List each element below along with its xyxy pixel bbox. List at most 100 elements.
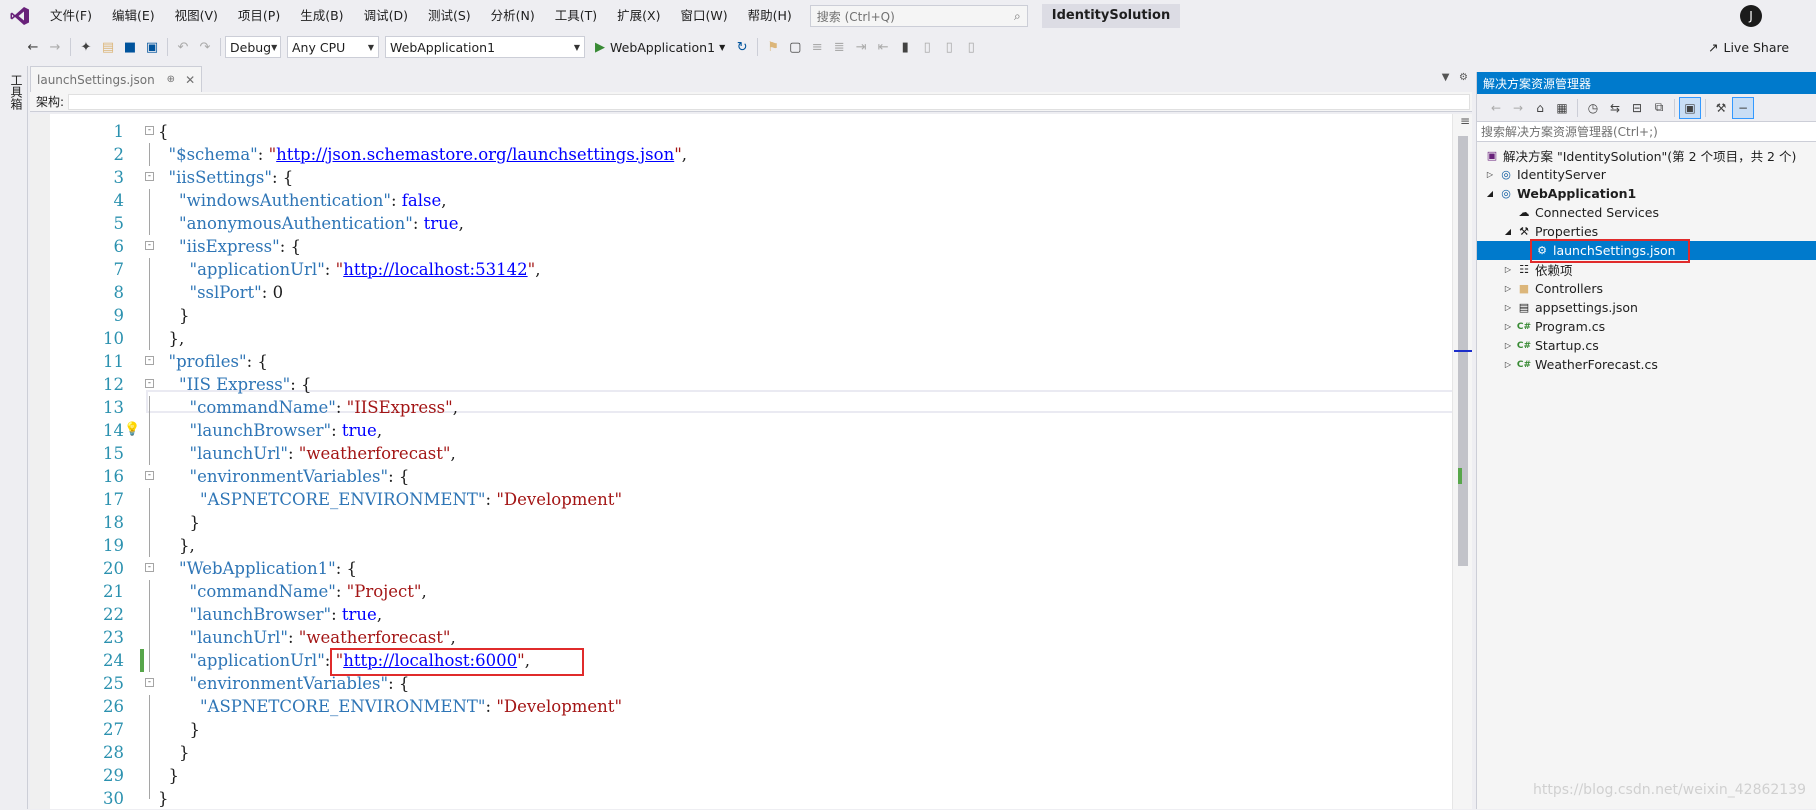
next-bookmark-icon[interactable]: ▯ bbox=[938, 36, 960, 58]
collapse-icon[interactable]: ◢ bbox=[1501, 227, 1515, 236]
clear-bookmarks-icon[interactable]: ▯ bbox=[960, 36, 982, 58]
tree-item-appsettings-json[interactable]: ▷ ▤ appsettings.json bbox=[1477, 298, 1816, 317]
undo-icon[interactable]: ↶ bbox=[172, 36, 194, 58]
pending-changes-icon[interactable]: ◷ bbox=[1582, 97, 1604, 119]
expand-icon[interactable]: ▷ bbox=[1501, 322, 1515, 331]
live-share-button[interactable]: ↗ Live Share bbox=[1708, 32, 1789, 62]
solution-explorer-title[interactable]: 解决方案资源管理器 bbox=[1477, 72, 1816, 94]
bookmark-icon[interactable]: ▮ bbox=[894, 36, 916, 58]
tree-item-connected-services[interactable]: ☁ Connected Services bbox=[1477, 203, 1816, 222]
collapse-icon[interactable]: - bbox=[145, 126, 154, 135]
menu-file[interactable]: 文件(F) bbox=[40, 0, 102, 32]
expand-icon[interactable]: ▷ bbox=[1501, 284, 1515, 293]
global-search-input[interactable]: 搜索 (Ctrl+Q) ⌕ bbox=[809, 5, 1028, 27]
tree-item-startup-cs[interactable]: ▷ C# Startup.cs bbox=[1477, 336, 1816, 355]
show-all-files-icon[interactable]: ⧉ bbox=[1648, 97, 1670, 119]
menu-project[interactable]: 项目(P) bbox=[228, 0, 290, 32]
save-icon[interactable]: ■ bbox=[119, 36, 141, 58]
menu-extensions[interactable]: 扩展(X) bbox=[607, 0, 670, 32]
minus-icon[interactable]: − bbox=[1732, 96, 1754, 119]
solution-platform-select[interactable]: Any CPU ▼ bbox=[287, 36, 379, 58]
tree-item-webapplication1[interactable]: ◢ ◎ WebApplication1 bbox=[1477, 184, 1816, 203]
menu-debug[interactable]: 调试(D) bbox=[354, 0, 418, 32]
new-project-icon[interactable]: ✦ bbox=[75, 36, 97, 58]
menu-window[interactable]: 窗口(W) bbox=[670, 0, 737, 32]
tree-item-weatherforecast-cs[interactable]: ▷ C# WeatherForecast.cs bbox=[1477, 355, 1816, 374]
back-icon[interactable]: ← bbox=[1485, 97, 1507, 119]
menu-view[interactable]: 视图(V) bbox=[165, 0, 228, 32]
menu-help[interactable]: 帮助(H) bbox=[738, 0, 802, 32]
open-file-icon[interactable]: ▤ bbox=[97, 36, 119, 58]
forward-icon[interactable]: → bbox=[1507, 97, 1529, 119]
expand-icon[interactable]: ▷ bbox=[1501, 341, 1515, 350]
refresh-icon[interactable]: ↻ bbox=[731, 36, 753, 58]
json-url-link[interactable]: http://localhost:6000 bbox=[343, 651, 517, 670]
user-avatar[interactable]: J bbox=[1740, 5, 1762, 27]
collapse-icon[interactable]: - bbox=[145, 678, 154, 687]
solution-configuration-select[interactable]: Debug ▼ bbox=[225, 36, 281, 58]
solution-icon: ▣ bbox=[1486, 149, 1498, 162]
browser-link-icon[interactable]: ⚑ bbox=[762, 36, 784, 58]
json-url-link[interactable]: http://json.schemastore.org/launchsettin… bbox=[276, 145, 674, 164]
collapse-icon[interactable]: - bbox=[145, 241, 154, 250]
menu-test[interactable]: 测试(S) bbox=[418, 0, 481, 32]
home-icon[interactable]: ⌂ bbox=[1529, 97, 1551, 119]
menu-build[interactable]: 生成(B) bbox=[290, 0, 353, 32]
switch-views-icon[interactable]: ▦ bbox=[1551, 97, 1573, 119]
schema-input[interactable] bbox=[68, 93, 1470, 110]
vertical-scrollbar[interactable]: ≡ bbox=[1452, 114, 1472, 809]
outdent-icon[interactable]: ⇤ bbox=[872, 36, 894, 58]
tree-item-identityserver[interactable]: ▷ ◎ IdentityServer bbox=[1477, 165, 1816, 184]
tab-launchsettings-json[interactable]: launchSettings.json ⊕ ✕ bbox=[30, 66, 203, 92]
menu-tools[interactable]: 工具(T) bbox=[545, 0, 607, 32]
close-icon[interactable]: ✕ bbox=[185, 73, 195, 87]
gear-icon[interactable]: ⚙ bbox=[1459, 72, 1468, 83]
pin-icon[interactable]: ⊕ bbox=[167, 74, 175, 85]
schema-label: 架构: bbox=[36, 95, 65, 109]
wrench-icon[interactable]: ⚒ bbox=[1710, 97, 1732, 119]
start-debugging-button[interactable]: ▶ WebApplication1 ▼ bbox=[595, 40, 725, 55]
json-url-link[interactable]: http://localhost:53142 bbox=[343, 260, 527, 279]
redo-icon[interactable]: ↷ bbox=[194, 36, 216, 58]
uncomment-icon[interactable]: ≣ bbox=[828, 36, 850, 58]
sync-icon[interactable]: ⇆ bbox=[1604, 97, 1626, 119]
tree-item-controllers[interactable]: ▷ ■ Controllers bbox=[1477, 279, 1816, 298]
preview-selected-icon[interactable]: ▣ bbox=[1679, 96, 1701, 119]
expand-icon[interactable]: ▷ bbox=[1501, 303, 1515, 312]
code-line: 30} bbox=[50, 787, 1450, 810]
tree-item-properties[interactable]: ◢ ⚒ Properties bbox=[1477, 222, 1816, 241]
save-all-icon[interactable]: ▣ bbox=[141, 36, 163, 58]
visual-studio-logo-icon[interactable] bbox=[0, 0, 40, 32]
solution-explorer-search-input[interactable]: 搜索解决方案资源管理器(Ctrl+;) bbox=[1477, 122, 1816, 142]
startup-project-select[interactable]: WebApplication1 ▼ bbox=[385, 36, 585, 58]
collapse-all-icon[interactable]: ⊟ bbox=[1626, 97, 1648, 119]
tab-list-dropdown-icon[interactable]: ▼ bbox=[1442, 72, 1450, 83]
menu-analyze[interactable]: 分析(N) bbox=[481, 0, 545, 32]
comment-out-icon[interactable]: ≡ bbox=[806, 36, 828, 58]
navigate-back-icon[interactable]: ← bbox=[22, 36, 44, 58]
screenshot-icon[interactable]: ▢ bbox=[784, 36, 806, 58]
expand-icon[interactable]: ▷ bbox=[1483, 170, 1497, 179]
line-number: 28 bbox=[103, 743, 124, 762]
toolbox-tab[interactable]: 工具箱 bbox=[8, 74, 25, 110]
tree-item-launchsettings-json[interactable]: ⚙ launchSettings.json bbox=[1477, 239, 1816, 263]
tree-solution-node[interactable]: ▣ 解决方案 "IdentitySolution"(第 2 个项目，共 2 个) bbox=[1477, 146, 1816, 165]
menu-edit[interactable]: 编辑(E) bbox=[102, 0, 165, 32]
tree-item-program-cs[interactable]: ▷ C# Program.cs bbox=[1477, 317, 1816, 336]
split-view-icon[interactable]: ≡ bbox=[1460, 114, 1470, 128]
prev-bookmark-icon[interactable]: ▯ bbox=[916, 36, 938, 58]
collapse-icon[interactable]: - bbox=[145, 379, 154, 388]
expand-icon[interactable]: ▷ bbox=[1501, 265, 1515, 274]
collapse-icon[interactable]: ◢ bbox=[1483, 189, 1497, 198]
code-editor[interactable]: 1-{ 2 "$schema": "http://json.schemastor… bbox=[30, 114, 1472, 809]
expand-icon[interactable]: ▷ bbox=[1501, 360, 1515, 369]
collapse-icon[interactable]: - bbox=[145, 356, 154, 365]
play-icon: ▶ bbox=[595, 39, 605, 55]
collapse-icon[interactable]: - bbox=[145, 172, 154, 181]
collapse-icon[interactable]: - bbox=[145, 563, 154, 572]
lightbulb-icon[interactable]: 💡 bbox=[124, 422, 140, 437]
navigate-forward-icon[interactable]: → bbox=[44, 36, 66, 58]
indent-icon[interactable]: ⇥ bbox=[850, 36, 872, 58]
tree-item-dependencies[interactable]: ▷ ☷ 依赖项 bbox=[1477, 260, 1816, 279]
collapse-icon[interactable]: - bbox=[145, 471, 154, 480]
